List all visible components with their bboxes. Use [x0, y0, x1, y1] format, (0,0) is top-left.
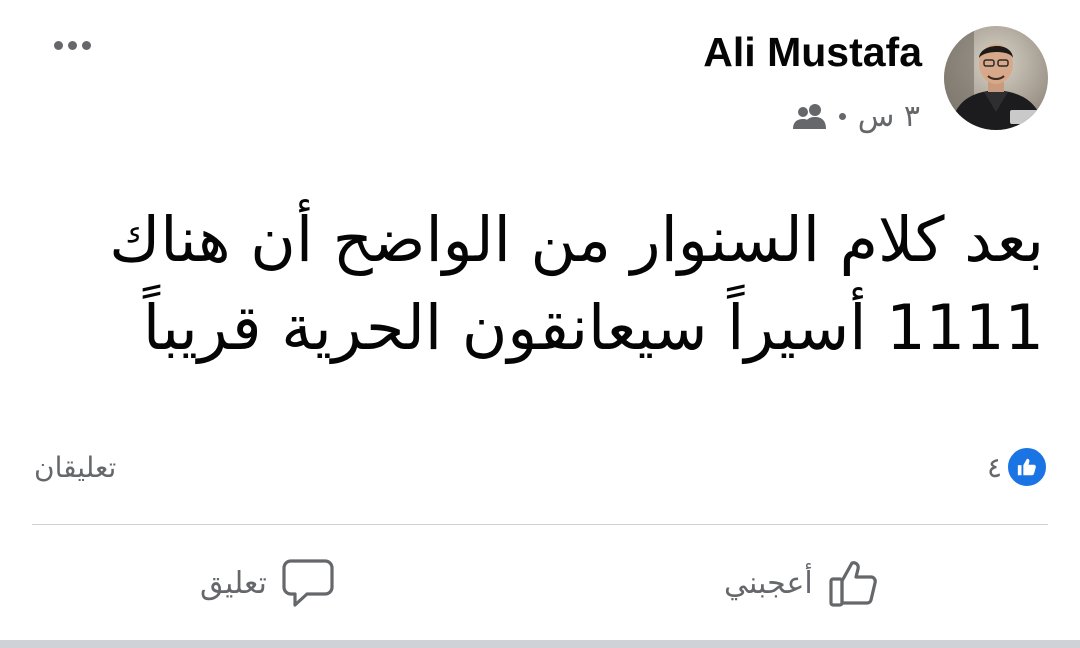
comment-button-label: تعليق	[200, 565, 267, 601]
comment-button[interactable]: تعليق	[200, 548, 335, 618]
more-options-button[interactable]	[44, 30, 100, 60]
post-text-line: 1111 أسيراً سيعانقون الحرية قريباً	[142, 291, 1044, 364]
divider	[32, 524, 1048, 525]
like-reaction-icon[interactable]	[1006, 446, 1048, 488]
author-avatar[interactable]	[944, 26, 1048, 130]
post-text: بعد كلام السنوار من الواضح أن هناك 1111 …	[84, 196, 1044, 372]
like-button-label: أعجبني	[724, 565, 813, 601]
post-text-line: بعد كلام السنوار من الواضح أن هناك	[109, 203, 1044, 276]
profile-photo-icon	[944, 26, 1048, 130]
reactions-count[interactable]: ٤	[972, 448, 1002, 488]
more-dot	[67, 40, 77, 50]
like-button[interactable]: أعجبني	[724, 548, 879, 618]
separator-dot	[838, 112, 846, 120]
author-name[interactable]: Ali Mustafa	[703, 26, 922, 78]
friends-icon	[792, 104, 826, 129]
feed-separator	[0, 640, 1080, 648]
more-dot	[53, 40, 63, 50]
thumbs-up-icon	[1017, 458, 1036, 476]
thumbs-up-outline-icon	[829, 561, 877, 607]
more-dot	[81, 40, 91, 50]
comments-count[interactable]: تعليقان	[34, 446, 116, 490]
post-meta: ٣ س	[792, 94, 920, 138]
post-timestamp[interactable]: ٣ س	[858, 99, 920, 134]
post-card: Ali Mustafa ٣ س بعد كلام السنوار من الوا…	[0, 0, 1080, 640]
speech-bubble-icon	[282, 559, 334, 607]
